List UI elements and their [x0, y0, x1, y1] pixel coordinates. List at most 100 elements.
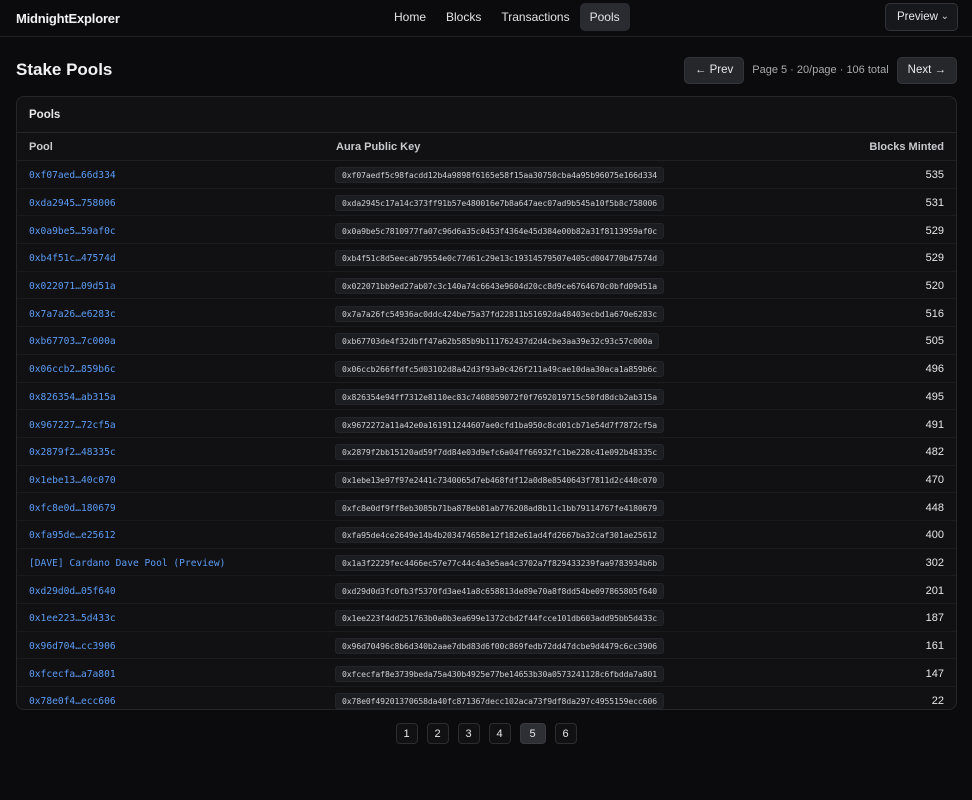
key-cell: 0x826354e94ff7312e8110ec83c7408059072f0f… — [335, 382, 757, 411]
pool-link[interactable]: 0x0a9be5…59af0c — [29, 226, 116, 237]
table-row[interactable]: 0xf07aed…66d334 0xf07aedf5c98facdd12b4a98… — [17, 160, 956, 189]
aura-public-key: 0xfcecfaf8e3739beda75a430b4925e77be14653… — [335, 665, 665, 682]
page-button-1[interactable]: 1 — [395, 723, 418, 744]
nav-item-home[interactable]: Home — [384, 3, 436, 31]
pool-link[interactable]: 0x7a7a26…e6283c — [29, 309, 116, 320]
nav-item-transactions[interactable]: Transactions — [491, 3, 579, 31]
table-row[interactable]: 0x1ee223…5d433c 0x1ee223f4dd251763b0a0b3e… — [17, 603, 956, 632]
blocks-minted-value: 531 — [925, 197, 944, 210]
blocks-minted-value: 448 — [925, 501, 944, 514]
table-row[interactable]: 0xb4f51c…47574d 0xb4f51c8d5eecab79554e0c7… — [17, 243, 956, 272]
table-row[interactable]: 0xfa95de…e25612 0xfa95de4ce2649e14b4b2034… — [17, 520, 956, 549]
aura-public-key: 0x1ee223f4dd251763b0a0b3ea699e1372cbd2f4… — [335, 610, 665, 627]
key-cell: 0x06ccb266ffdfc5d03102d8a42d3f93a9c426f2… — [335, 354, 757, 383]
blocks-cell: 448 — [757, 492, 956, 521]
table-row[interactable]: 0x967227…72cf5a 0x9672272a11a42e0a1619112… — [17, 409, 956, 438]
aura-public-key: 0x78e0f49201370658da40fc871367decc102aca… — [335, 693, 665, 709]
table-row[interactable]: 0xfc8e0d…180679 0xfc8e0df9ff8eb3085b71ba8… — [17, 492, 956, 521]
blocks-minted-value: 22 — [931, 695, 944, 708]
pool-link[interactable]: 0xfc8e0d…180679 — [29, 503, 116, 514]
key-cell: 0x9672272a11a42e0a161911244607ae0cfd1ba9… — [335, 409, 757, 438]
pool-link[interactable]: 0x1ebe13…40c070 — [29, 475, 116, 486]
blocks-minted-value: 400 — [925, 529, 944, 542]
table-row[interactable]: 0x7a7a26…e6283c 0x7a7a26fc54936ac0ddc424b… — [17, 298, 956, 328]
blocks-cell: 302 — [757, 548, 956, 577]
pool-link[interactable]: 0xb4f51c…47574d — [29, 253, 116, 264]
table-row[interactable]: 0x0a9be5…59af0c 0x0a9be5c7810977fa07c96d6… — [17, 215, 956, 245]
nav-item-blocks[interactable]: Blocks — [436, 3, 491, 31]
pool-link[interactable]: 0x1ee223…5d433c — [29, 613, 116, 624]
column-header-pool: Pool — [17, 133, 335, 161]
pool-link[interactable]: 0xda2945…758006 — [29, 198, 116, 209]
pool-link[interactable]: 0x96d704…cc3906 — [29, 641, 116, 652]
network-select[interactable]: Preview ⌄ — [885, 3, 958, 31]
blocks-cell: 529 — [757, 215, 956, 245]
page-button-2[interactable]: 2 — [426, 723, 449, 744]
prev-button[interactable]: ← Prev — [683, 56, 745, 84]
pool-link[interactable]: 0x826354…ab315a — [29, 392, 116, 403]
nav-item-pools[interactable]: Pools — [579, 3, 630, 31]
aura-public-key: 0xb67703de4f32dbff47a62b585b9b111762437d… — [335, 333, 660, 350]
pool-link[interactable]: 0xb67703…7c000a — [29, 336, 116, 347]
pool-link[interactable]: 0xd29d0d…05f640 — [29, 586, 116, 597]
pool-link[interactable]: 0xfa95de…e25612 — [29, 530, 116, 541]
key-cell: 0xfcecfaf8e3739beda75a430b4925e77be14653… — [335, 658, 757, 688]
blocks-minted-value: 505 — [925, 335, 944, 348]
pool-link[interactable]: [DAVE] Cardano Dave Pool (Preview) — [29, 558, 225, 569]
pools-table: Pool Aura Public Key Blocks Minted 0xf07… — [17, 133, 956, 709]
page-button-5[interactable]: 5 — [519, 723, 546, 744]
pool-link[interactable]: 0x022071…09d51a — [29, 281, 116, 292]
key-cell: 0x2879f2bb15120ad59f7dd84e03d9efc6a04ff6… — [335, 437, 757, 466]
aura-public-key: 0x0a9be5c7810977fa07c96d6a35c0453f4364e4… — [335, 222, 665, 239]
table-row[interactable]: 0xb67703…7c000a 0xb67703de4f32dbff47a62b5… — [17, 326, 956, 355]
next-button[interactable]: Next → — [896, 56, 957, 84]
table-row[interactable]: 0x96d704…cc3906 0x96d70496c8b6d340b2aae7d… — [17, 631, 956, 660]
page-button-3[interactable]: 3 — [457, 723, 480, 744]
table-row[interactable]: 0x06ccb2…859b6c 0x06ccb266ffdfc5d03102d8a… — [17, 354, 956, 383]
blocks-minted-value: 516 — [925, 307, 944, 320]
pool-cell: 0xb4f51c…47574d — [17, 243, 335, 272]
aura-public-key: 0xf07aedf5c98facdd12b4a9898f6165e58f15aa… — [335, 167, 665, 184]
pool-link[interactable]: 0xf07aed…66d334 — [29, 170, 116, 181]
brand-logo[interactable]: MidnightExplorer — [16, 11, 120, 26]
pool-link[interactable]: 0x78e0f4…ecc606 — [29, 696, 116, 707]
key-cell: 0xb4f51c8d5eecab79554e0c77d61c29e13c1931… — [335, 243, 757, 272]
table-row[interactable]: 0x78e0f4…ecc606 0x78e0f49201370658da40fc8… — [17, 687, 956, 709]
pool-link[interactable]: 0x06ccb2…859b6c — [29, 364, 116, 375]
aura-public-key: 0x2879f2bb15120ad59f7dd84e03d9efc6a04ff6… — [335, 444, 665, 461]
blocks-cell: 535 — [757, 160, 956, 189]
table-row[interactable]: 0xda2945…758006 0xda2945c17a14c373ff91b57… — [17, 188, 956, 217]
page-button-6[interactable]: 6 — [554, 723, 577, 744]
table-row[interactable]: 0xd29d0d…05f640 0xd29d0d3fc0fb3f5370fd3ae… — [17, 575, 956, 604]
table-row[interactable]: 0x826354…ab315a 0x826354e94ff7312e8110ec8… — [17, 382, 956, 411]
blocks-minted-value: 201 — [925, 584, 944, 597]
pool-link[interactable]: 0x2879f2…48335c — [29, 447, 116, 458]
blocks-minted-value: 491 — [925, 418, 944, 431]
blocks-minted-value: 529 — [925, 252, 944, 265]
top-bar: MidnightExplorer Home Blocks Transactions P… — [0, 0, 972, 37]
key-cell: 0x78e0f49201370658da40fc871367decc102aca… — [335, 687, 757, 709]
aura-public-key: 0xda2945c17a14c373ff91b57e480016e7b8a647… — [335, 195, 665, 212]
pool-cell: 0x06ccb2…859b6c — [17, 354, 335, 383]
key-cell: 0x0a9be5c7810977fa07c96d6a35c0453f4364e4… — [335, 215, 757, 245]
page-button-4[interactable]: 4 — [488, 723, 511, 744]
blocks-cell: 516 — [757, 298, 956, 328]
pool-cell: 0x022071…09d51a — [17, 271, 335, 300]
pagination: 123456 — [0, 723, 972, 744]
pool-link[interactable]: 0xfcecfa…a7a801 — [29, 669, 116, 680]
pool-cell: 0x1ebe13…40c070 — [17, 465, 335, 494]
blocks-minted-value: 535 — [925, 169, 944, 182]
table-row[interactable]: 0x1ebe13…40c070 0x1ebe13e97f97e2441c73400… — [17, 465, 956, 494]
pool-link[interactable]: 0x967227…72cf5a — [29, 420, 116, 431]
table-row[interactable]: 0x2879f2…48335c 0x2879f2bb15120ad59f7dd84… — [17, 437, 956, 466]
key-cell: 0xd29d0d3fc0fb3f5370fd3ae41a8c658813de89… — [335, 575, 757, 604]
table-row[interactable]: 0x022071…09d51a 0x022071bb9ed27ab07c3c140… — [17, 271, 956, 300]
aura-public-key: 0xfa95de4ce2649e14b4b203474658e12f182e61… — [335, 527, 665, 544]
card-title: Pools — [17, 97, 956, 133]
table-row[interactable]: 0xfcecfa…a7a801 0xfcecfaf8e3739beda75a430… — [17, 658, 956, 688]
key-cell: 0x1ebe13e97f97e2441c7340065d7eb468fdf12a… — [335, 465, 757, 494]
table-row[interactable]: [DAVE] Cardano Dave Pool (Preview) 0x1a3f… — [17, 548, 956, 577]
aura-public-key: 0x06ccb266ffdfc5d03102d8a42d3f93a9c426f2… — [335, 361, 665, 378]
blocks-cell: 496 — [757, 354, 956, 383]
blocks-minted-value: 187 — [925, 612, 944, 625]
